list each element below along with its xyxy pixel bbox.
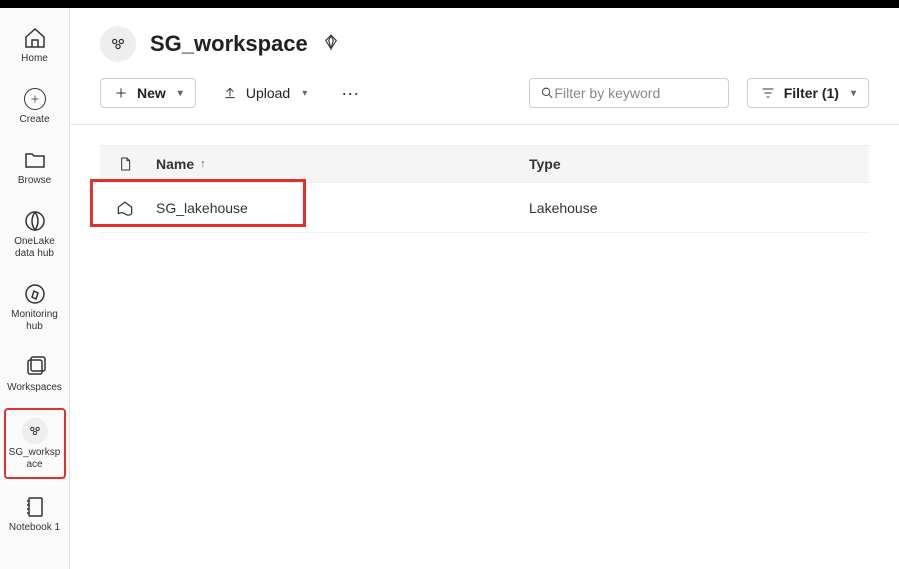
sidebar: Home Create Browse OneLake data hub Moni	[0, 8, 70, 569]
search-input[interactable]	[554, 85, 717, 101]
upload-icon	[222, 85, 238, 101]
column-name-label: Name	[156, 156, 194, 172]
users-icon	[100, 26, 136, 62]
create-icon	[23, 87, 47, 111]
sidebar-item-create[interactable]: Create	[4, 79, 66, 132]
sidebar-item-label: Workspaces	[7, 382, 62, 394]
sidebar-item-onelake[interactable]: OneLake data hub	[4, 201, 66, 266]
folder-icon	[23, 148, 47, 172]
column-icon-header	[100, 156, 150, 172]
filter-button[interactable]: Filter (1) ▾	[747, 78, 869, 108]
compass-icon	[23, 282, 47, 306]
row-name-cell: SG_lakehouse	[150, 200, 529, 216]
chevron-down-icon: ▾	[302, 88, 307, 99]
column-type-label: Type	[529, 156, 561, 172]
more-button[interactable]: ···	[333, 79, 367, 108]
column-type-header[interactable]: Type	[529, 156, 869, 172]
lakehouse-icon	[115, 198, 135, 218]
chevron-down-icon: ▾	[851, 88, 856, 99]
row-type-cell: Lakehouse	[529, 200, 869, 216]
sidebar-item-monitoring[interactable]: Monitoring hub	[4, 274, 66, 339]
search-icon	[540, 85, 555, 101]
sidebar-item-notebook[interactable]: Notebook 1	[4, 487, 66, 540]
sidebar-item-sg-workspace[interactable]: SG_workspace	[4, 408, 66, 479]
column-name-header[interactable]: Name ↑	[150, 156, 529, 172]
sidebar-item-workspaces[interactable]: Workspaces	[4, 347, 66, 400]
search-wrap	[529, 78, 729, 108]
content-table: Name ↑ Type SG_lakehouse Lakehouse	[70, 125, 899, 253]
sidebar-item-browse[interactable]: Browse	[4, 140, 66, 193]
sidebar-item-label: Home	[21, 53, 48, 65]
workspace-header: SG_workspace	[70, 8, 899, 72]
sidebar-item-label: Create	[19, 114, 49, 126]
notebook-icon	[23, 495, 47, 519]
row-icon-cell	[100, 198, 150, 218]
table-row[interactable]: SG_lakehouse Lakehouse	[100, 183, 869, 233]
sidebar-item-label: Monitoring hub	[6, 309, 64, 333]
sort-ascending-icon: ↑	[200, 158, 206, 170]
users-icon	[22, 418, 48, 444]
onelake-icon	[23, 209, 47, 233]
filter-button-label: Filter (1)	[784, 85, 839, 101]
upload-button[interactable]: Upload ▾	[214, 79, 315, 107]
sidebar-item-home[interactable]: Home	[4, 18, 66, 71]
sidebar-item-label: Browse	[18, 175, 51, 187]
sidebar-item-label: OneLake data hub	[6, 236, 64, 260]
ellipsis-icon: ···	[341, 83, 359, 103]
sidebar-item-label: Notebook 1	[9, 522, 60, 534]
chevron-down-icon: ▾	[178, 88, 183, 99]
sidebar-item-label: SG_workspace	[8, 447, 62, 471]
filter-icon	[760, 85, 776, 101]
toolbar: New ▾ Upload ▾ ··· Filter (1) ▾	[70, 72, 899, 125]
page-title: SG_workspace	[150, 31, 308, 57]
document-icon	[117, 156, 133, 172]
new-button-label: New	[137, 85, 166, 101]
diamond-star-icon	[322, 33, 340, 56]
upload-button-label: Upload	[246, 85, 290, 101]
plus-icon	[113, 85, 129, 101]
workspaces-icon	[23, 355, 47, 379]
new-button[interactable]: New ▾	[100, 78, 196, 108]
home-icon	[23, 26, 47, 50]
main-area: SG_workspace New ▾ Upload ▾ ···	[70, 8, 899, 569]
table-header: Name ↑ Type	[100, 145, 869, 183]
